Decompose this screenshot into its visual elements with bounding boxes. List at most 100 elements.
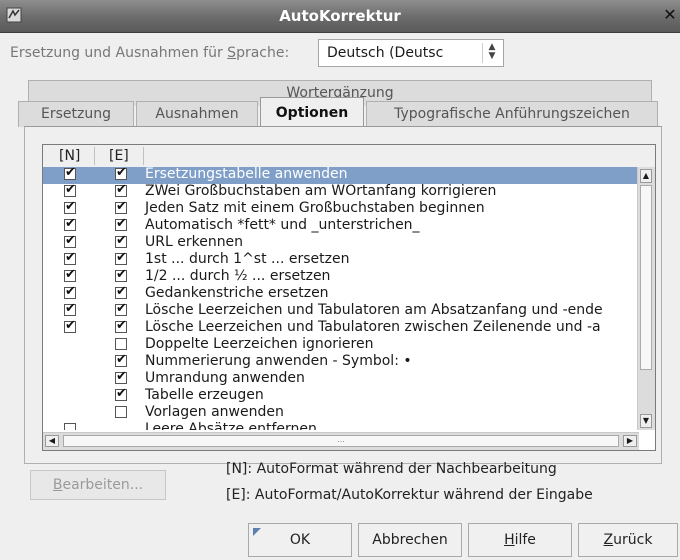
list-item-label: Umrandung anwenden <box>145 370 305 386</box>
tab-optionen[interactable]: Optionen <box>260 97 364 127</box>
checkmark-icon: ✔ <box>116 369 127 384</box>
checkbox-n[interactable]: ✔ <box>64 183 76 197</box>
list-item[interactable]: ✔ ✔ Ersetzungstabelle anwenden <box>43 167 639 184</box>
list-item[interactable]: ✔ ✔ Lösche Leerzeichen und Tabulatoren zwi… <box>43 318 639 337</box>
checkbox-e[interactable]: ✔ <box>115 285 127 299</box>
horizontal-scrollbar[interactable]: ◀ ... ▶ <box>43 432 639 450</box>
checkbox-n[interactable]: ✔ <box>64 233 76 248</box>
list-item-label: Tabelle erzeugen <box>145 387 264 403</box>
list-item[interactable]: ✔ Nummerierung anwenden - Symbol: • <box>43 352 639 371</box>
edit-button[interactable]: Bearbeiten... <box>30 470 166 500</box>
list-item[interactable]: Vorlagen anwenden <box>43 404 639 422</box>
checkmark-icon: ✔ <box>65 301 76 316</box>
checkbox-e[interactable]: ✔ <box>115 268 127 282</box>
list-item-label: ZWei Großbuchstaben am WOrtanfang korrig… <box>145 183 497 199</box>
checkmark-icon: ✔ <box>116 167 127 180</box>
checkbox-e[interactable]: ✔ <box>115 318 127 333</box>
checkbox-e[interactable]: ✔ <box>115 167 127 180</box>
list-item[interactable]: ✔ ✔ 1/2 ... durch ½ ... ersetzen <box>43 268 639 286</box>
list-item-label: URL erkennen <box>145 234 244 250</box>
help-button[interactable]: Hilfe <box>468 523 572 557</box>
checkbox-e[interactable] <box>115 338 127 350</box>
checkbox-e[interactable] <box>115 406 127 418</box>
checkbox-n[interactable]: ✔ <box>64 284 76 299</box>
checkmark-icon: ✔ <box>65 284 76 299</box>
checkbox-n[interactable]: ✔ <box>64 216 76 231</box>
column-n-header[interactable]: [N] <box>59 148 80 164</box>
spin-arrows-icon[interactable]: ▲ ▼ <box>482 43 501 63</box>
close-icon[interactable]: ✕ <box>662 4 678 26</box>
list-item-label: Doppelte Leerzeichen ignorieren <box>145 336 374 352</box>
scroll-right-icon[interactable]: ▶ <box>623 435 637 447</box>
list-rows: ✔ ✔ Ersetzungstabelle anwenden ✔ ✔ ZWei Großb… <box>43 167 639 430</box>
tab-ausnahmen[interactable]: Ausnahmen <box>136 101 258 127</box>
checkmark-icon: ✔ <box>65 250 76 265</box>
tab-ersetzung[interactable]: Ersetzung <box>18 101 134 127</box>
scroll-up-icon[interactable]: ▲ <box>640 169 652 183</box>
list-item[interactable]: Leere Absätze entfernen <box>43 421 639 430</box>
checkmark-icon: ✔ <box>65 233 76 248</box>
checkmark-icon: ✔ <box>116 199 127 214</box>
checkbox-n[interactable]: ✔ <box>64 250 76 265</box>
back-button[interactable]: Zurück <box>578 523 678 557</box>
checkbox-e[interactable]: ✔ <box>115 387 127 401</box>
column-e-header[interactable]: [E] <box>109 148 129 164</box>
checkmark-icon: ✔ <box>116 233 127 248</box>
checkmark-icon: ✔ <box>116 318 127 333</box>
list-header: [N] [E] <box>43 145 655 168</box>
checkbox-e[interactable]: ✔ <box>115 369 127 384</box>
checkbox-e[interactable]: ✔ <box>115 302 127 316</box>
list-item[interactable]: ✔ ✔ ZWei Großbuchstaben am WOrtanfang korr… <box>43 182 639 201</box>
title-bar[interactable]: AutoKorrektur ✕ <box>0 0 680 33</box>
checkbox-n[interactable]: ✔ <box>64 167 76 180</box>
checkbox-n[interactable] <box>64 423 76 430</box>
checkmark-icon: ✔ <box>116 216 127 231</box>
scroll-left-icon[interactable]: ◀ <box>45 435 59 447</box>
list-item[interactable]: ✔ ✔ Automatisch *fett* und _unterstrichen_ <box>43 216 639 235</box>
checkmark-icon: ✔ <box>116 182 127 197</box>
tab-typografische-anfuehrungszeichen[interactable]: Typografische Anführungszeichen <box>366 101 658 127</box>
ok-button[interactable]: OK <box>248 523 352 557</box>
list-item[interactable]: ✔ ✔ URL erkennen <box>43 233 639 252</box>
list-item[interactable]: ✔ ✔ Jeden Satz mit einem Großbuchstaben be… <box>43 199 639 218</box>
list-item-label: Vorlagen anwenden <box>145 404 284 420</box>
checkbox-e[interactable]: ✔ <box>115 251 127 265</box>
checkmark-icon: ✔ <box>116 352 127 367</box>
horizontal-scroll-thumb[interactable]: ... <box>63 435 619 447</box>
checkbox-e[interactable]: ✔ <box>115 182 127 197</box>
list-item[interactable]: ✔ ✔ Gedankenstriche ersetzen <box>43 284 639 303</box>
checkbox-n[interactable]: ✔ <box>64 319 76 333</box>
checkmark-icon: ✔ <box>65 199 76 214</box>
column-divider <box>143 147 144 165</box>
checkbox-n[interactable]: ✔ <box>64 199 76 214</box>
checkbox-e[interactable]: ✔ <box>115 352 127 367</box>
tab-row-bottom: Ersetzung Ausnahmen Optionen Typografisc… <box>18 97 658 127</box>
options-list[interactable]: [N] [E] ✔ ✔ Ersetzungstabelle anwenden ✔ ✔ ZW… <box>42 144 656 451</box>
list-item-label: Automatisch *fett* und _unterstrichen_ <box>145 217 420 233</box>
legend-e: [E]: AutoFormat/AutoKorrektur während de… <box>226 487 593 503</box>
list-item-label: Leere Absätze entfernen <box>145 421 317 430</box>
list-item[interactable]: Doppelte Leerzeichen ignorieren <box>43 336 639 354</box>
checkbox-n[interactable]: ✔ <box>64 268 76 282</box>
vertical-scrollbar[interactable]: ▲ ▼ <box>637 167 655 430</box>
list-item[interactable]: ✔ Tabelle erzeugen <box>43 387 639 405</box>
checkbox-e[interactable]: ✔ <box>115 199 127 214</box>
checkbox-n[interactable]: ✔ <box>64 301 76 316</box>
language-select[interactable]: Deutsch (Deutsc ▲ ▼ <box>318 39 504 67</box>
language-label: Ersetzung und Ausnahmen für Sprache: <box>10 45 290 61</box>
window-title: AutoKorrektur <box>279 7 401 25</box>
list-item[interactable]: ✔ ✔ 1st ... durch 1^st ... ersetzen <box>43 250 639 269</box>
list-item[interactable]: ✔ Umrandung anwenden <box>43 369 639 388</box>
list-item-label: Gedankenstriche ersetzen <box>145 285 329 301</box>
checkbox-e[interactable]: ✔ <box>115 216 127 231</box>
column-divider <box>94 147 95 165</box>
scroll-down-icon[interactable]: ▼ <box>640 414 652 428</box>
cancel-button[interactable]: Abbrechen <box>358 523 462 557</box>
scroll-thumb[interactable] <box>640 185 652 370</box>
legend-n: [N]: AutoFormat während der Nachbearbeit… <box>226 461 557 477</box>
checkmark-icon: ✔ <box>65 216 76 231</box>
list-item-label: 1/2 ... durch ½ ... ersetzen <box>145 268 331 284</box>
list-item-label: Ersetzungstabelle anwenden <box>145 167 348 182</box>
list-item[interactable]: ✔ ✔ Lösche Leerzeichen und Tabulatoren am … <box>43 301 639 320</box>
checkbox-e[interactable]: ✔ <box>115 233 127 248</box>
